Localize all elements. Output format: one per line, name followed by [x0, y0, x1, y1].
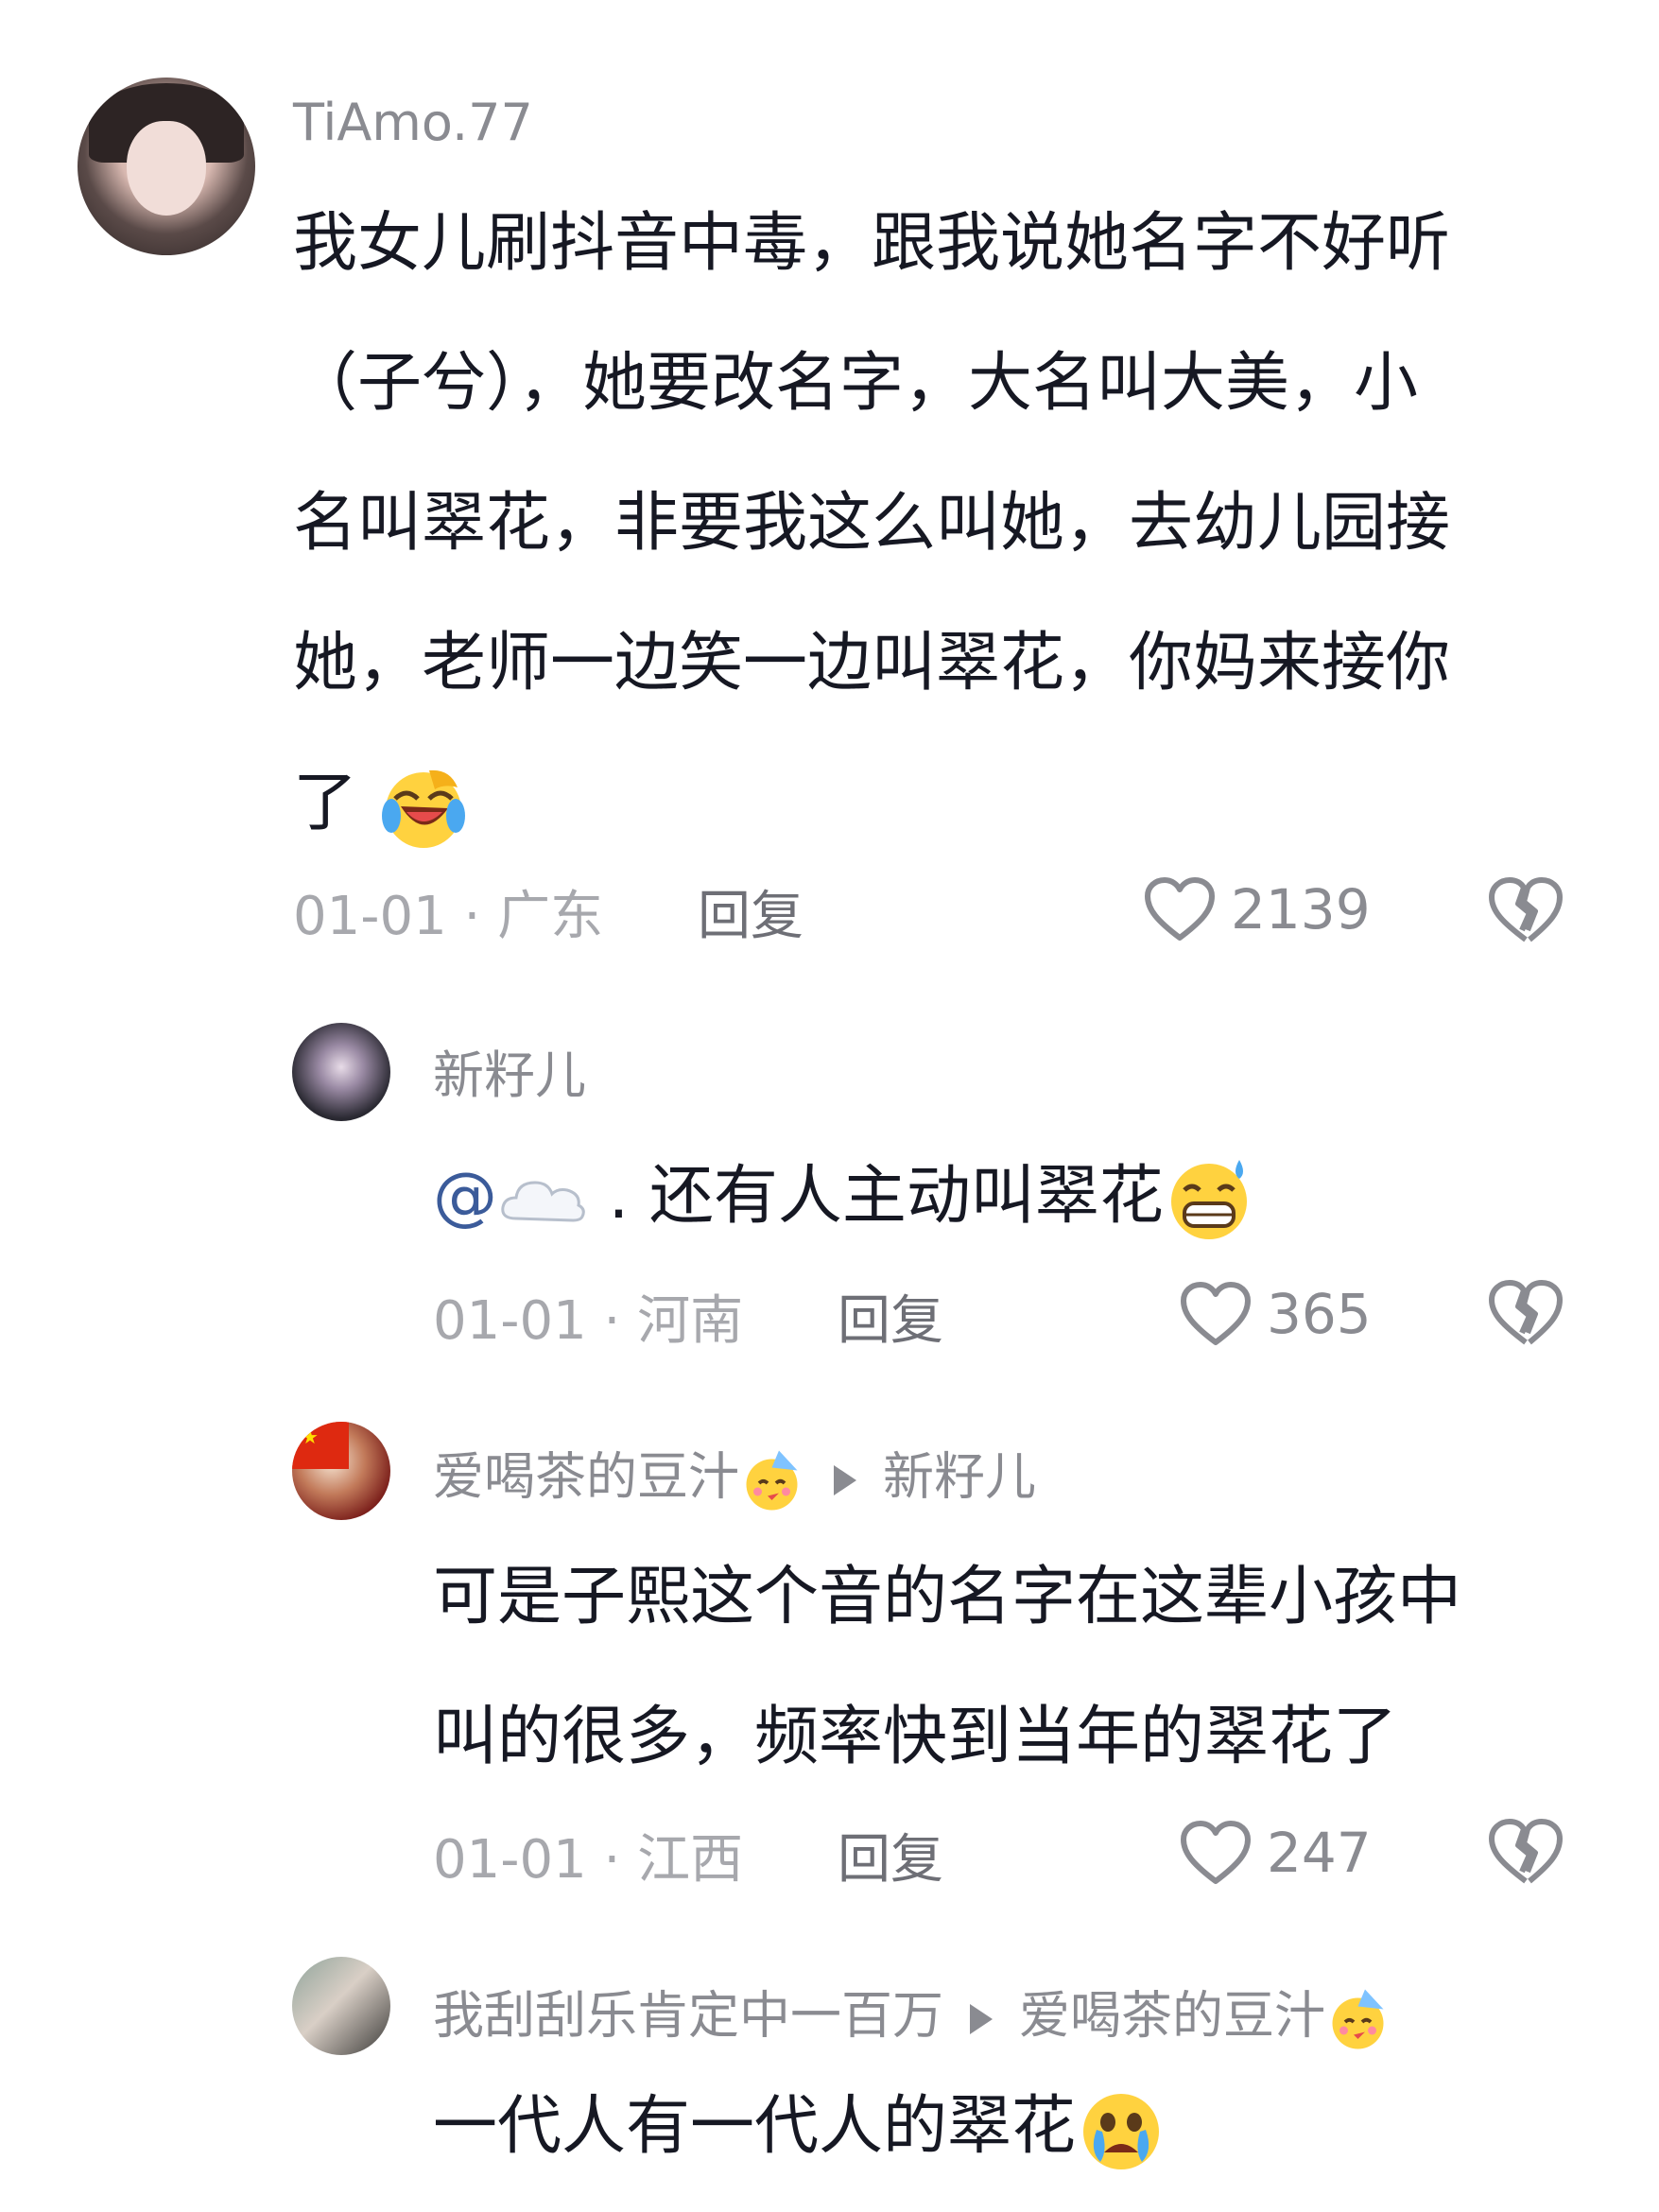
rofl-emoji-icon: [381, 770, 465, 849]
mention-link[interactable]: @: [433, 1159, 609, 1234]
crying-face-emoji-icon: [1083, 2094, 1160, 2170]
avatar[interactable]: [292, 1023, 390, 1121]
heart-outline-icon: [1181, 1821, 1251, 1884]
comment-username[interactable]: TiAmo.77: [293, 93, 533, 153]
like-count: 365: [1267, 1282, 1372, 1346]
heart-outline-icon: [1181, 1282, 1251, 1345]
like-count: 2139: [1231, 877, 1371, 942]
comment-username[interactable]: 新籽儿: [433, 1046, 586, 1106]
comment-date: 01-01: [433, 1290, 587, 1352]
comment-body: 一代人有一代人的翠花: [433, 2089, 1077, 2164]
avatar[interactable]: [78, 78, 255, 255]
comment-username[interactable]: 爱喝茶的豆汁: [433, 1447, 739, 1507]
comment-line: （子兮），她要改名字，大名叫大美，小: [293, 346, 1419, 421]
comment-meta: 01-01 · 江西: [433, 1830, 743, 1891]
reply-button[interactable]: 回复: [838, 1830, 943, 1891]
comment-body: . 还有人主动叫翠花: [608, 1159, 1164, 1234]
party-face-emoji-icon: [1332, 1989, 1384, 2049]
comment-line: 叫的很多，频率快到当年的翠花了: [433, 1700, 1398, 1774]
comment-line: 可是子熙这个音的名字在这辈小孩中: [433, 1560, 1462, 1634]
comment-line: 她，老师一边笑一边叫翠花，你妈来接你: [293, 626, 1451, 700]
cloud-emoji-icon: [501, 1181, 585, 1222]
reply-arrow-icon: [834, 1465, 856, 1495]
comment-text: @ . 还有人主动叫翠花: [433, 1127, 1254, 1267]
heart-outline-icon: [1145, 877, 1215, 941]
avatar-face: [127, 121, 206, 216]
comment-meta: 01-01 · 广东: [293, 887, 603, 947]
flag-icon: ★: [292, 1422, 349, 1469]
comment-line: 了: [293, 734, 1550, 873]
broken-heart-icon[interactable]: [1486, 1278, 1565, 1350]
comment-line: 名叫翠花，非要我这么叫她，去幼儿园接: [293, 486, 1451, 561]
reply-target[interactable]: 爱喝茶的豆汁: [1019, 1986, 1325, 2046]
party-face-emoji-icon: [746, 1450, 798, 1511]
like-button[interactable]: 247: [1178, 1819, 1372, 1887]
like-button[interactable]: 2139: [1142, 875, 1371, 943]
comment-location: 广东: [497, 886, 604, 947]
avatar[interactable]: [292, 1957, 390, 2055]
mention-at[interactable]: @: [433, 1159, 497, 1234]
comment-meta: 01-01 · 河南: [433, 1291, 743, 1352]
comment-date: 01-01: [433, 1829, 587, 1891]
like-button[interactable]: 365: [1178, 1280, 1372, 1348]
avatar[interactable]: ★: [292, 1422, 390, 1520]
comment-header: 我刮刮乐肯定中一百万 爱喝茶的豆汁: [433, 1985, 1393, 2053]
comment-text: 可是子熙这个音的名字在这辈小孩中 叫的很多，频率快到当年的翠花了: [433, 1528, 1567, 1807]
meta-separator: ·: [463, 886, 481, 947]
grin-sweat-emoji-icon: [1170, 1160, 1247, 1240]
comment-location: 江西: [637, 1829, 744, 1891]
comment-line-text: 了: [293, 766, 358, 840]
broken-heart-icon[interactable]: [1486, 875, 1565, 947]
comment-header: 爱喝茶的豆汁 新籽儿: [433, 1446, 1036, 1514]
broken-heart-icon[interactable]: [1486, 1817, 1565, 1889]
reply-button[interactable]: 回复: [698, 887, 804, 947]
reply-button[interactable]: 回复: [838, 1291, 943, 1352]
meta-separator: ·: [603, 1829, 621, 1891]
comment-text: 我女儿刷抖音中毒，跟我说她名字不好听 （子兮），她要改名字，大名叫大美，小 名叫…: [293, 174, 1550, 873]
meta-separator: ·: [603, 1290, 621, 1352]
comment-text: 一代人有一代人的翠花: [433, 2057, 1166, 2197]
comment-location: 河南: [637, 1290, 744, 1352]
reply-arrow-icon: [970, 2004, 993, 2034]
like-count: 247: [1267, 1821, 1372, 1885]
reply-target[interactable]: 新籽儿: [883, 1447, 1036, 1507]
comment-username[interactable]: 我刮刮乐肯定中一百万: [433, 1986, 943, 2046]
comment-date: 01-01: [293, 886, 447, 947]
comment-line: 我女儿刷抖音中毒，跟我说她名字不好听: [293, 206, 1451, 281]
